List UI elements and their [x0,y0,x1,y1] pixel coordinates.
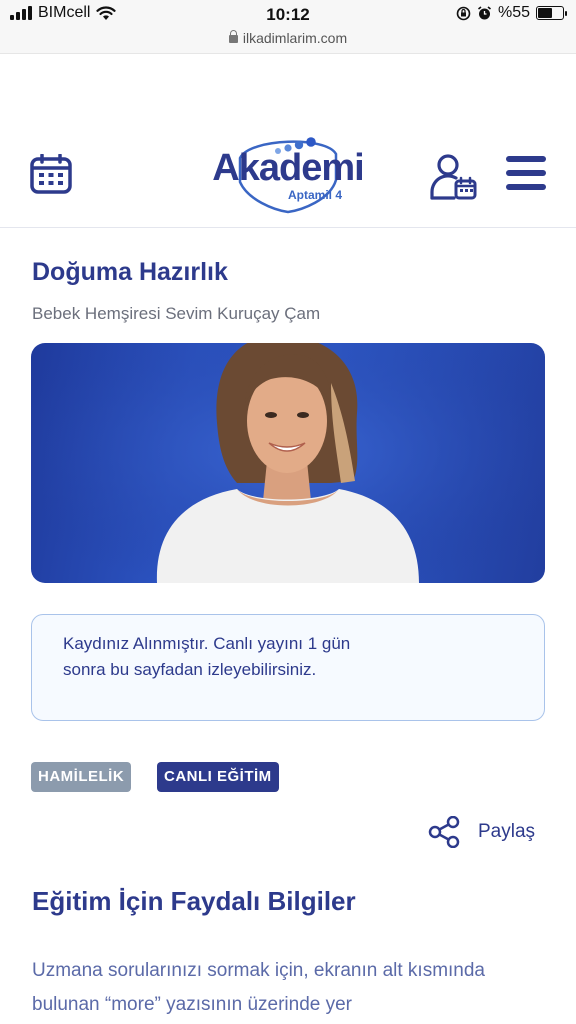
logo-text: Akademi [212,147,364,189]
status-bar: BIMcell 10:12 %55 [0,0,576,30]
site-header: Akademi Aptamil 4 [0,120,576,228]
share-label: Paylaş [478,821,536,842]
section-title: Eğitim İçin Faydalı Bilgiler [32,886,356,916]
share-button[interactable]: Paylaş [428,815,535,849]
tag-pregnancy[interactable]: HAMİLELİK [31,762,132,792]
tag-live-training[interactable]: CANLI EĞİTİM [157,762,279,792]
calendar-icon[interactable] [30,154,72,194]
alarm-icon [477,5,491,19]
status-bar-right: %55 [456,4,567,22]
hamburger-menu-icon[interactable] [506,156,548,190]
section-body-text: Uzmana sorularınızı sormak için, ekranın… [32,960,486,1015]
akademi-logo[interactable]: Akademi Aptamil 4 [210,130,366,214]
registration-notice: Kaydınız Alınmıştır. Canlı yayını 1 gün … [31,614,545,721]
page-subtitle: Bebek Hemşiresi Sevim Kuruçay Çam [32,304,321,323]
battery-percent: %55 [497,4,530,21]
notice-text: Kaydınız Alınmıştır. Canlı yayını 1 gün … [63,634,351,679]
url-bar[interactable]: ilkadimlarim.com [0,30,576,54]
share-icon [428,816,460,848]
url-text: ilkadimlarim.com [242,30,348,46]
user-calendar-icon[interactable] [430,154,478,200]
orientation-lock-icon [456,6,471,20]
instructor-photo [31,343,545,583]
lock-icon [228,30,238,43]
instructor-illustration [31,343,545,583]
battery-icon [536,6,567,20]
page-title: Doğuma Hazırlık [32,258,228,286]
logo-subtext: Aptamil 4 [288,188,343,202]
